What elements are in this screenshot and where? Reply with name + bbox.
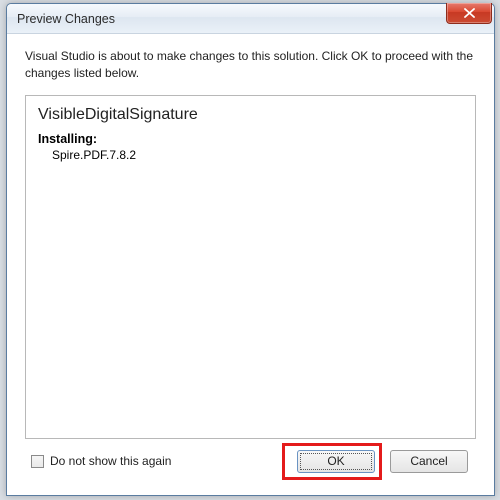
close-icon [464, 8, 475, 18]
do-not-show-checkbox[interactable] [31, 455, 44, 468]
close-button[interactable] [446, 3, 492, 24]
dialog-title: Preview Changes [17, 12, 115, 26]
ok-button[interactable]: OK [297, 450, 375, 473]
titlebar[interactable]: Preview Changes [7, 4, 494, 34]
checkbox-label: Do not show this again [50, 454, 171, 468]
cancel-button[interactable]: Cancel [390, 450, 468, 473]
dialog-body: Visual Studio is about to make changes t… [7, 34, 494, 495]
list-item: Spire.PDF.7.8.2 [38, 148, 463, 162]
ok-highlight: OK [282, 443, 382, 480]
project-name: VisibleDigitalSignature [38, 106, 463, 124]
action-heading: Installing: [38, 132, 463, 146]
preview-changes-dialog: Preview Changes Visual Studio is about t… [6, 3, 495, 496]
background-window: NuGet Package Manager Preview Changes Vi… [0, 0, 500, 500]
dialog-message: Visual Studio is about to make changes t… [25, 48, 476, 83]
changes-list[interactable]: VisibleDigitalSignature Installing: Spir… [25, 95, 476, 439]
dialog-footer: Do not show this again OK Cancel [25, 439, 476, 483]
